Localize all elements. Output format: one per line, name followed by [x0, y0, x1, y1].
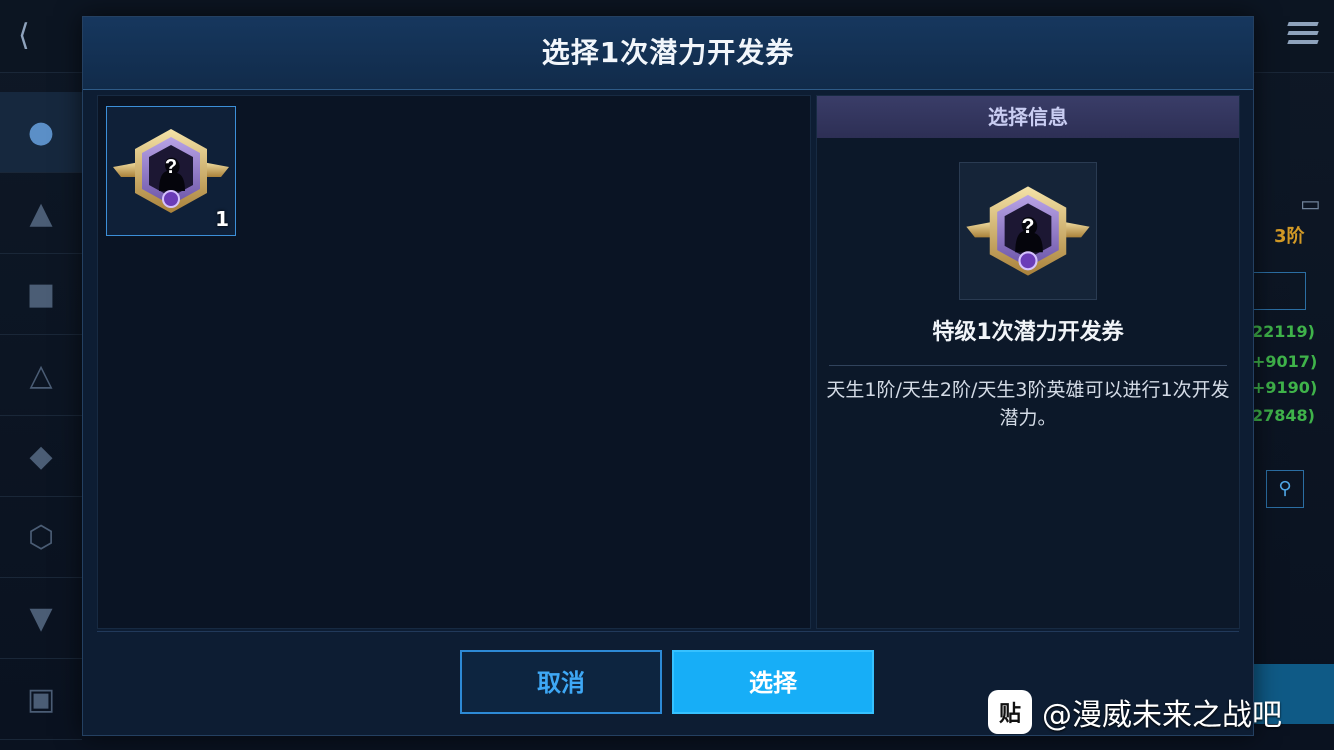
- select-button[interactable]: 选择: [672, 650, 874, 714]
- divider: [829, 365, 1227, 366]
- side-nav-gem-icon[interactable]: ◆: [0, 416, 82, 497]
- detail-button[interactable]: [1252, 272, 1306, 310]
- watermark: 贴 @漫威未来之战吧: [988, 684, 1282, 740]
- info-item-icon-box: ?: [959, 162, 1097, 300]
- side-nav: ● ▲ ■ △ ◆ ⬡ ▼ ▣: [0, 92, 82, 750]
- select-ticket-dialog: 选择1次潜力开发券 ? 1 选择信息 ? 特级1次潜力开发券 天生1阶/天生2阶…: [82, 16, 1254, 736]
- rank-label: 3阶: [1274, 226, 1305, 247]
- search-icon[interactable]: ⚲: [1266, 470, 1304, 508]
- side-nav-trophy-icon[interactable]: ▼: [0, 578, 82, 659]
- stat-value: +9017): [1252, 352, 1318, 371]
- menu-icon[interactable]: [1287, 22, 1319, 46]
- side-nav-gamepad-icon[interactable]: ▣: [0, 659, 82, 740]
- potential-ticket-icon: ?: [966, 186, 1090, 276]
- item-count: 1: [215, 207, 229, 231]
- info-header: 选择信息: [817, 96, 1239, 138]
- selection-info-panel: 选择信息 ? 特级1次潜力开发券 天生1阶/天生2阶/天生3阶英雄可以进行1次开…: [816, 95, 1240, 629]
- tieba-logo-icon: 贴: [988, 690, 1032, 734]
- footer-divider: [97, 631, 1239, 632]
- right-stats-panel: ▭ 3阶 22119) +9017) +9190) 27848) ⚲: [1252, 72, 1334, 750]
- stat-value: 27848): [1252, 406, 1315, 425]
- side-nav-hero-icon[interactable]: ●: [0, 92, 82, 173]
- stat-value: 22119): [1252, 322, 1315, 341]
- side-nav-network-icon[interactable]: △: [0, 335, 82, 416]
- item-slot-selected[interactable]: ? 1: [106, 106, 236, 236]
- watermark-text: @漫威未来之战吧: [1042, 698, 1282, 733]
- side-nav-hexagon-icon[interactable]: ⬡: [0, 497, 82, 578]
- stat-value: +9190): [1252, 378, 1318, 397]
- item-grid: ? 1: [97, 95, 811, 629]
- svg-text:?: ?: [1022, 214, 1035, 238]
- dialog-title: 选择1次潜力开发券: [83, 17, 1253, 90]
- card-icon[interactable]: ▭: [1300, 192, 1321, 217]
- item-description: 天生1阶/天生2阶/天生3阶英雄可以进行1次开发潜力。: [826, 379, 1230, 429]
- back-arrow-icon[interactable]: ⟨: [18, 18, 30, 53]
- cancel-button[interactable]: 取消: [460, 650, 662, 714]
- side-nav-fist-icon[interactable]: ■: [0, 254, 82, 335]
- svg-text:?: ?: [165, 156, 177, 178]
- item-name: 特级1次潜力开发券: [932, 320, 1124, 345]
- side-nav-hammer-icon[interactable]: ▲: [0, 173, 82, 254]
